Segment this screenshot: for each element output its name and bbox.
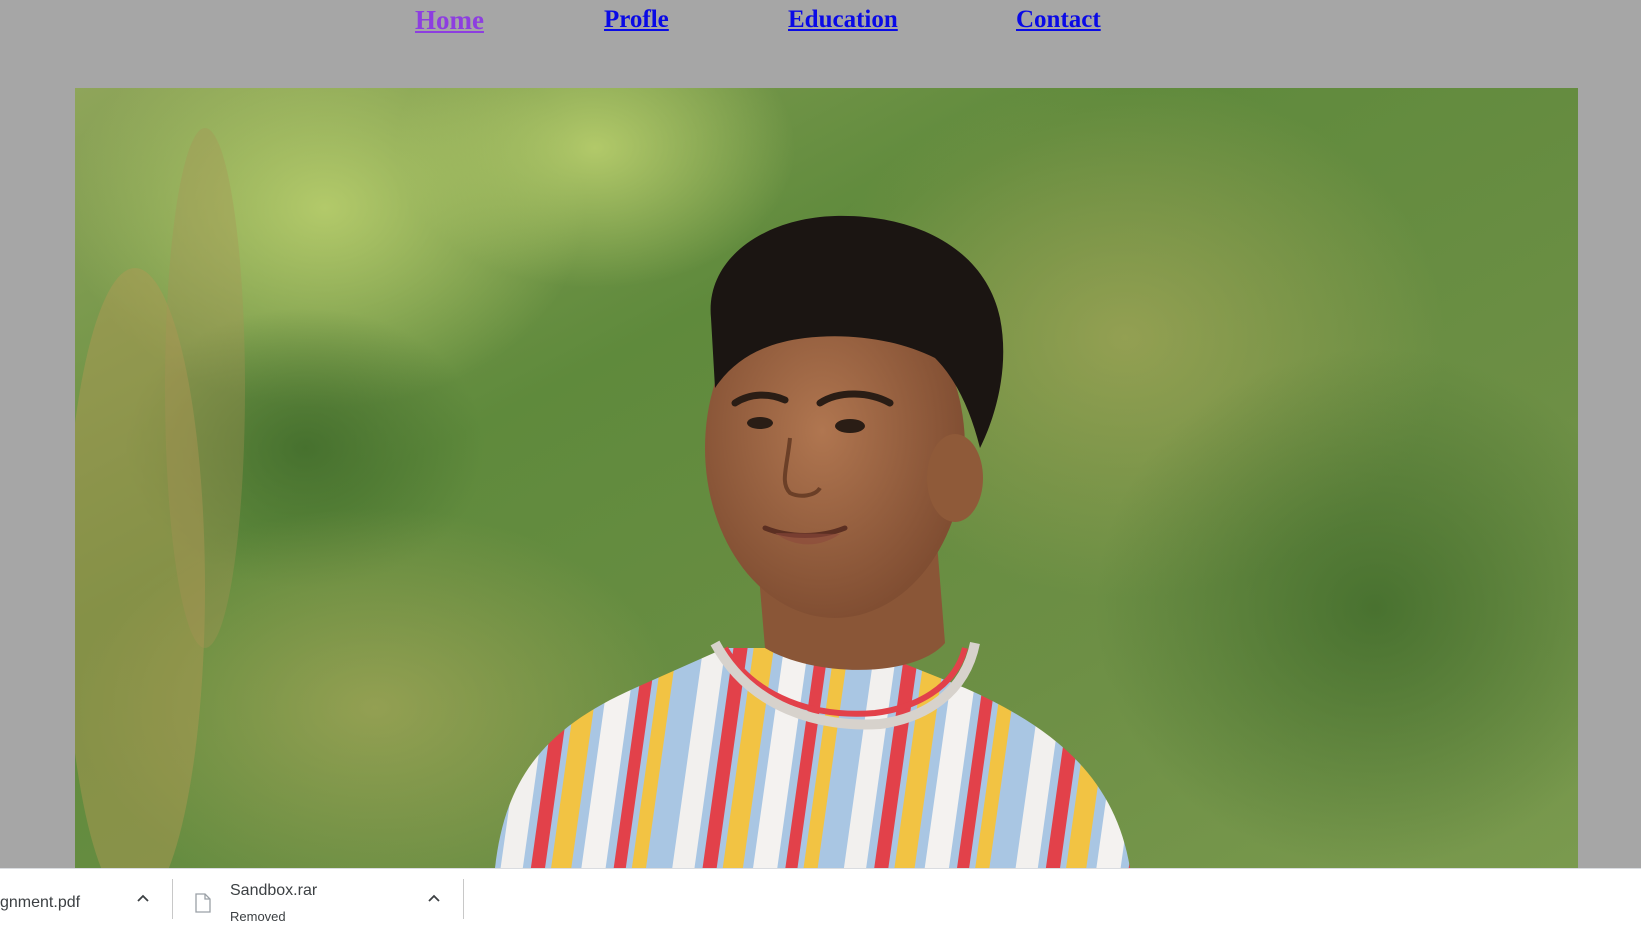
download-file-name: gnment.pdf	[0, 894, 81, 911]
download-separator	[463, 879, 464, 919]
chevron-up-icon[interactable]	[135, 891, 151, 907]
download-shelf: gnment.pdf Sandbox.rar Removed	[0, 868, 1641, 925]
nav-link-contact[interactable]: Contact	[1016, 6, 1101, 34]
nav-link-home[interactable]: Home	[415, 5, 484, 36]
download-file-name: Sandbox.rar	[230, 882, 318, 899]
nav-link-education[interactable]: Education	[788, 6, 898, 34]
download-status: Removed	[230, 909, 286, 924]
hero-portrait-image	[75, 88, 1578, 868]
file-icon	[195, 893, 211, 913]
download-item[interactable]: gnment.pdf	[0, 869, 172, 925]
portrait-illustration	[75, 88, 1578, 868]
webpage: Home Profle Education Contact gnment.pdf…	[0, 0, 1641, 925]
nav-link-profile[interactable]: Profle	[604, 6, 669, 34]
chevron-up-icon[interactable]	[426, 891, 442, 907]
download-item[interactable]: Sandbox.rar Removed	[173, 869, 463, 925]
